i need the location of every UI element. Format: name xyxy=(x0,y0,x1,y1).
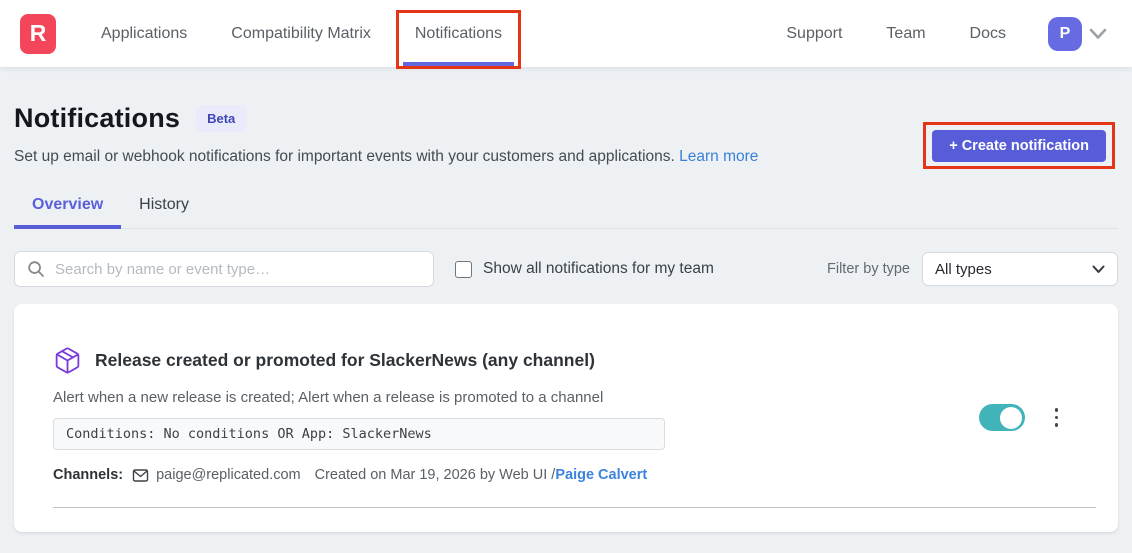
select-chevron-down-icon xyxy=(1092,265,1105,274)
card-controls xyxy=(979,404,1063,431)
package-icon xyxy=(53,346,82,375)
card-divider xyxy=(53,507,1096,508)
tab-bar: Overview History xyxy=(14,190,1118,229)
search-box xyxy=(14,251,434,287)
chevron-down-icon xyxy=(1088,27,1108,41)
filter-by-type-label: Filter by type xyxy=(827,261,910,277)
logo-letter: R xyxy=(30,20,47,47)
beta-badge: Beta xyxy=(196,105,246,132)
main-content: Notifications Beta Set up email or webho… xyxy=(0,67,1132,532)
kebab-menu-icon[interactable] xyxy=(1051,404,1063,431)
notification-conditions: Conditions: No conditions OR App: Slacke… xyxy=(53,418,665,450)
search-icon xyxy=(27,260,45,278)
filter-type-selected-value: All types xyxy=(935,261,1092,278)
page-header: Notifications Beta Set up email or webho… xyxy=(14,103,1118,166)
subtitle-text: Set up email or webhook notifications fo… xyxy=(14,148,679,165)
toggle-knob xyxy=(1000,407,1022,429)
email-icon xyxy=(132,468,149,483)
nav-item-applications[interactable]: Applications xyxy=(101,0,187,67)
channels-row: Channels: paige@replicated.com Created o… xyxy=(53,467,1096,483)
nav-right: Support Team Docs P xyxy=(742,0,1132,67)
page-subtitle: Set up email or webhook notifications fo… xyxy=(14,148,758,166)
filter-type-select[interactable]: All types xyxy=(922,252,1118,286)
notification-title: Release created or promoted for SlackerN… xyxy=(95,350,595,371)
filter-row: Show all notifications for my team Filte… xyxy=(14,251,1118,287)
learn-more-link[interactable]: Learn more xyxy=(679,148,758,165)
notification-card: Release created or promoted for SlackerN… xyxy=(14,304,1118,532)
avatar-letter: P xyxy=(1060,25,1071,43)
nav-item-docs[interactable]: Docs xyxy=(970,0,1006,67)
replicated-logo[interactable]: R xyxy=(20,14,56,54)
nav-item-notifications[interactable]: Notifications xyxy=(415,0,502,67)
create-notification-button[interactable]: + Create notification xyxy=(932,130,1106,162)
nav-item-compatibility-matrix[interactable]: Compatibility Matrix xyxy=(231,0,371,67)
tab-history[interactable]: History xyxy=(121,190,207,228)
user-avatar[interactable]: P xyxy=(1048,17,1082,51)
search-input[interactable] xyxy=(55,261,421,278)
nav-links: Applications Compatibility Matrix Notifi… xyxy=(101,0,546,67)
created-text: Created on Mar 19, 2026 by Web UI / xyxy=(315,467,556,483)
page-title: Notifications xyxy=(14,103,180,134)
team-notifications-checkbox-label: Show all notifications for my team xyxy=(483,260,714,278)
nav-item-support[interactable]: Support xyxy=(786,0,842,67)
team-notifications-checkbox[interactable] xyxy=(455,261,472,278)
channel-email: paige@replicated.com xyxy=(156,467,301,483)
active-nav-indicator xyxy=(403,62,514,66)
tab-overview[interactable]: Overview xyxy=(14,190,121,228)
channels-label: Channels: xyxy=(53,467,123,483)
top-nav: R Applications Compatibility Matrix Noti… xyxy=(0,0,1132,67)
notification-enabled-toggle[interactable] xyxy=(979,404,1025,431)
account-menu-chevron[interactable] xyxy=(1088,27,1108,41)
created-by-link[interactable]: Paige Calvert xyxy=(555,467,647,483)
notification-description: Alert when a new release is created; Ale… xyxy=(53,389,1096,406)
nav-item-team[interactable]: Team xyxy=(886,0,925,67)
nav-item-notifications-label: Notifications xyxy=(415,25,502,43)
